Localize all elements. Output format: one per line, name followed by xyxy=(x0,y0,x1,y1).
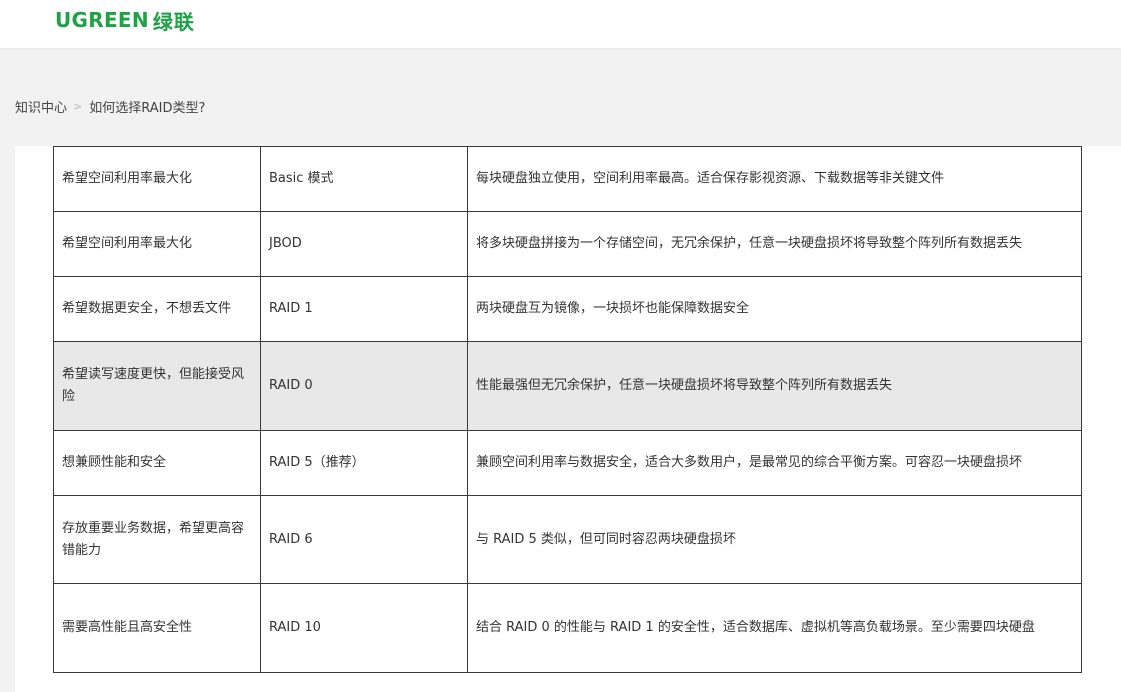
logo-text: UGREEN xyxy=(55,8,149,32)
table-cell-desc: 性能最强但无冗余保护，任意一块硬盘损坏将导致整个阵列所有数据丢失 xyxy=(467,341,1082,431)
table-cell-desc: 将多块硬盘拼接为一个存储空间，无冗余保护，任意一块硬盘损坏将导致整个阵列所有数据… xyxy=(467,211,1082,277)
raid-comparison-table: 希望空间利用率最大化 Basic 模式 每块硬盘独立使用，空间利用率最高。适合保… xyxy=(53,146,1082,673)
top-navigation-bar: UGREEN 绿联 xyxy=(0,0,1121,48)
table-cell-mode: RAID 10 xyxy=(260,583,468,673)
table-row: 希望数据更安全，不想丢文件 RAID 1 两块硬盘互为镜像，一块损坏也能保障数据… xyxy=(53,276,1082,342)
table-cell-need: 希望数据更安全，不想丢文件 xyxy=(53,276,261,342)
table-cell-mode: RAID 0 xyxy=(260,341,468,431)
breadcrumb-item-current-page: 如何选择RAID类型? xyxy=(89,100,206,116)
logo-cn-text: 绿联 xyxy=(152,9,195,34)
breadcrumb-separator-icon: > xyxy=(73,99,83,113)
table-cell-desc: 结合 RAID 0 的性能与 RAID 1 的安全性，适合数据库、虚拟机等高负载… xyxy=(467,583,1082,673)
breadcrumb: 知识中心 > 如何选择RAID类型? xyxy=(15,96,205,116)
article-content: 希望空间利用率最大化 Basic 模式 每块硬盘独立使用，空间利用率最高。适合保… xyxy=(15,146,1121,692)
table-row: 存放重要业务数据，希望更高容错能力 RAID 6 与 RAID 5 类似，但可同… xyxy=(53,495,1082,584)
table-cell-mode: JBOD xyxy=(260,211,468,277)
table-cell-mode: RAID 6 xyxy=(260,495,468,584)
breadcrumb-item-knowledge-center[interactable]: 知识中心 xyxy=(15,97,67,116)
table-cell-need: 希望读写速度更快，但能接受风险 xyxy=(53,341,261,431)
table-cell-desc: 两块硬盘互为镜像，一块损坏也能保障数据安全 xyxy=(467,276,1082,342)
table-row-highlighted: 希望读写速度更快，但能接受风险 RAID 0 性能最强但无冗余保护，任意一块硬盘… xyxy=(53,341,1082,431)
table-row: 希望空间利用率最大化 Basic 模式 每块硬盘独立使用，空间利用率最高。适合保… xyxy=(53,146,1082,212)
table-cell-desc: 与 RAID 5 类似，但可同时容忍两块硬盘损坏 xyxy=(467,495,1082,584)
ugreen-logo[interactable]: UGREEN 绿联 xyxy=(55,7,195,34)
table-row: 希望空间利用率最大化 JBOD 将多块硬盘拼接为一个存储空间，无冗余保护，任意一… xyxy=(53,211,1082,277)
table-row: 想兼顾性能和安全 RAID 5（推荐） 兼顾空间利用率与数据安全，适合大多数用户… xyxy=(53,430,1082,496)
table-cell-mode: RAID 5（推荐） xyxy=(260,430,468,496)
table-cell-mode: RAID 1 xyxy=(260,276,468,342)
table-cell-need: 存放重要业务数据，希望更高容错能力 xyxy=(53,495,261,584)
table-cell-need: 希望空间利用率最大化 xyxy=(53,211,261,277)
table-row: 需要高性能且高安全性 RAID 10 结合 RAID 0 的性能与 RAID 1… xyxy=(53,583,1082,673)
table-cell-need: 想兼顾性能和安全 xyxy=(53,430,261,496)
table-cell-mode: Basic 模式 xyxy=(260,146,468,212)
table-cell-need: 需要高性能且高安全性 xyxy=(53,583,261,673)
table-cell-need: 希望空间利用率最大化 xyxy=(53,146,261,212)
table-cell-desc: 每块硬盘独立使用，空间利用率最高。适合保存影视资源、下载数据等非关键文件 xyxy=(467,146,1082,212)
table-cell-desc: 兼顾空间利用率与数据安全，适合大多数用户，是最常见的综合平衡方案。可容忍一块硬盘… xyxy=(467,430,1082,496)
